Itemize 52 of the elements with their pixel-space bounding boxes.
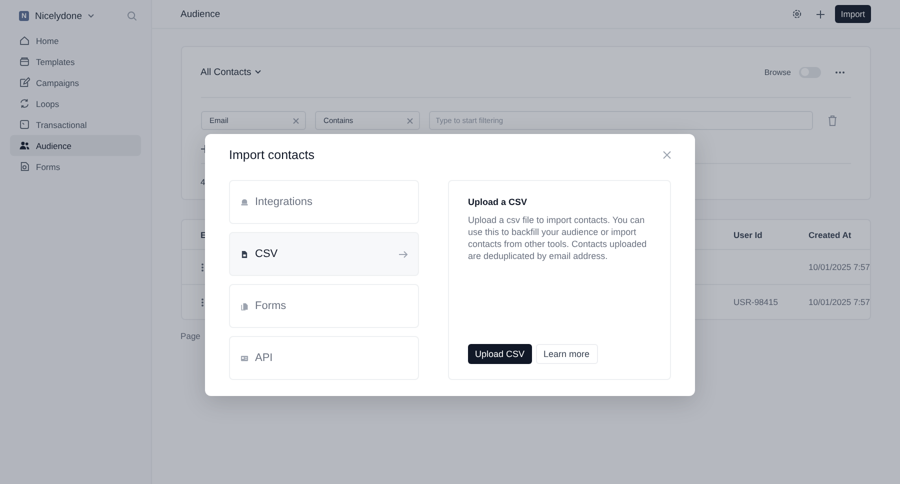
trash-icon[interactable]: [828, 115, 837, 126]
sidebar-item[interactable]: Templates: [10, 51, 141, 72]
settings-icon[interactable]: [792, 9, 802, 19]
arrow-icon: [399, 250, 408, 258]
column-header[interactable]: User Id: [720, 230, 796, 240]
file-icon: [240, 250, 249, 258]
contact-count: 4: [200, 177, 206, 187]
tray-icon: [19, 56, 30, 67]
sidebar-item[interactable]: Home: [10, 30, 141, 51]
table-cell: USR-98415: [734, 297, 778, 307]
table-cell: 10/01/2025 7:57: [808, 297, 870, 307]
column-header[interactable]: Created At: [796, 230, 870, 240]
files-icon: [240, 302, 249, 310]
import-option[interactable]: Forms: [229, 284, 419, 328]
import-button[interactable]: Import: [834, 5, 871, 23]
plus-icon[interactable]: [816, 10, 825, 18]
loop-icon: [19, 98, 30, 109]
learn-more-button[interactable]: Learn more: [536, 344, 598, 364]
card-icon: [240, 354, 249, 362]
people-icon: [19, 140, 30, 151]
chevron-icon[interactable]: [88, 14, 94, 18]
drag-handle-icon[interactable]: [200, 298, 204, 306]
stack-icon: [240, 198, 249, 206]
view-dropdown[interactable]: All Contacts: [200, 66, 756, 78]
document-icon: [19, 161, 30, 172]
drag-handle-icon[interactable]: [200, 262, 204, 272]
import-option[interactable]: CSV: [229, 232, 419, 276]
sidebar-item[interactable]: Loops: [10, 93, 141, 114]
table-cell: 10/01/2025 7:57: [808, 262, 870, 272]
sidebar-item[interactable]: Forms: [10, 156, 141, 177]
clear-icon[interactable]: [292, 118, 299, 124]
home-icon: [19, 35, 30, 46]
terminal-icon: [19, 119, 30, 130]
upload-button[interactable]: Upload CSV: [468, 344, 532, 364]
page-title: Audience: [180, 8, 222, 20]
more-icon[interactable]: [835, 70, 845, 74]
import-option[interactable]: Integrations: [229, 180, 419, 224]
workspace-switcher[interactable]: Nicelydone: [35, 10, 82, 22]
pencil-icon: [19, 77, 30, 88]
clear-icon[interactable]: [406, 118, 413, 124]
close-icon[interactable]: [663, 151, 671, 159]
sidebar-item[interactable]: Campaigns: [10, 72, 141, 93]
dialog-title: Import contacts: [229, 148, 314, 162]
detail-description: Upload a csv file to import contacts. You can use this to backfill your audience or import contacts from other tools. Contacts uploaded are deduplicated by email address.: [468, 214, 648, 262]
import-option[interactable]: API: [229, 336, 419, 380]
sidebar-item[interactable]: Audience: [10, 135, 141, 156]
sidebar-item[interactable]: Transactional: [10, 114, 141, 135]
detail-title: Upload a CSV: [468, 197, 528, 207]
search-icon[interactable]: [126, 11, 137, 21]
pagination-text: Page: [180, 331, 202, 341]
chevron-icon: [255, 70, 262, 74]
browse-label: Browse: [764, 68, 791, 76]
